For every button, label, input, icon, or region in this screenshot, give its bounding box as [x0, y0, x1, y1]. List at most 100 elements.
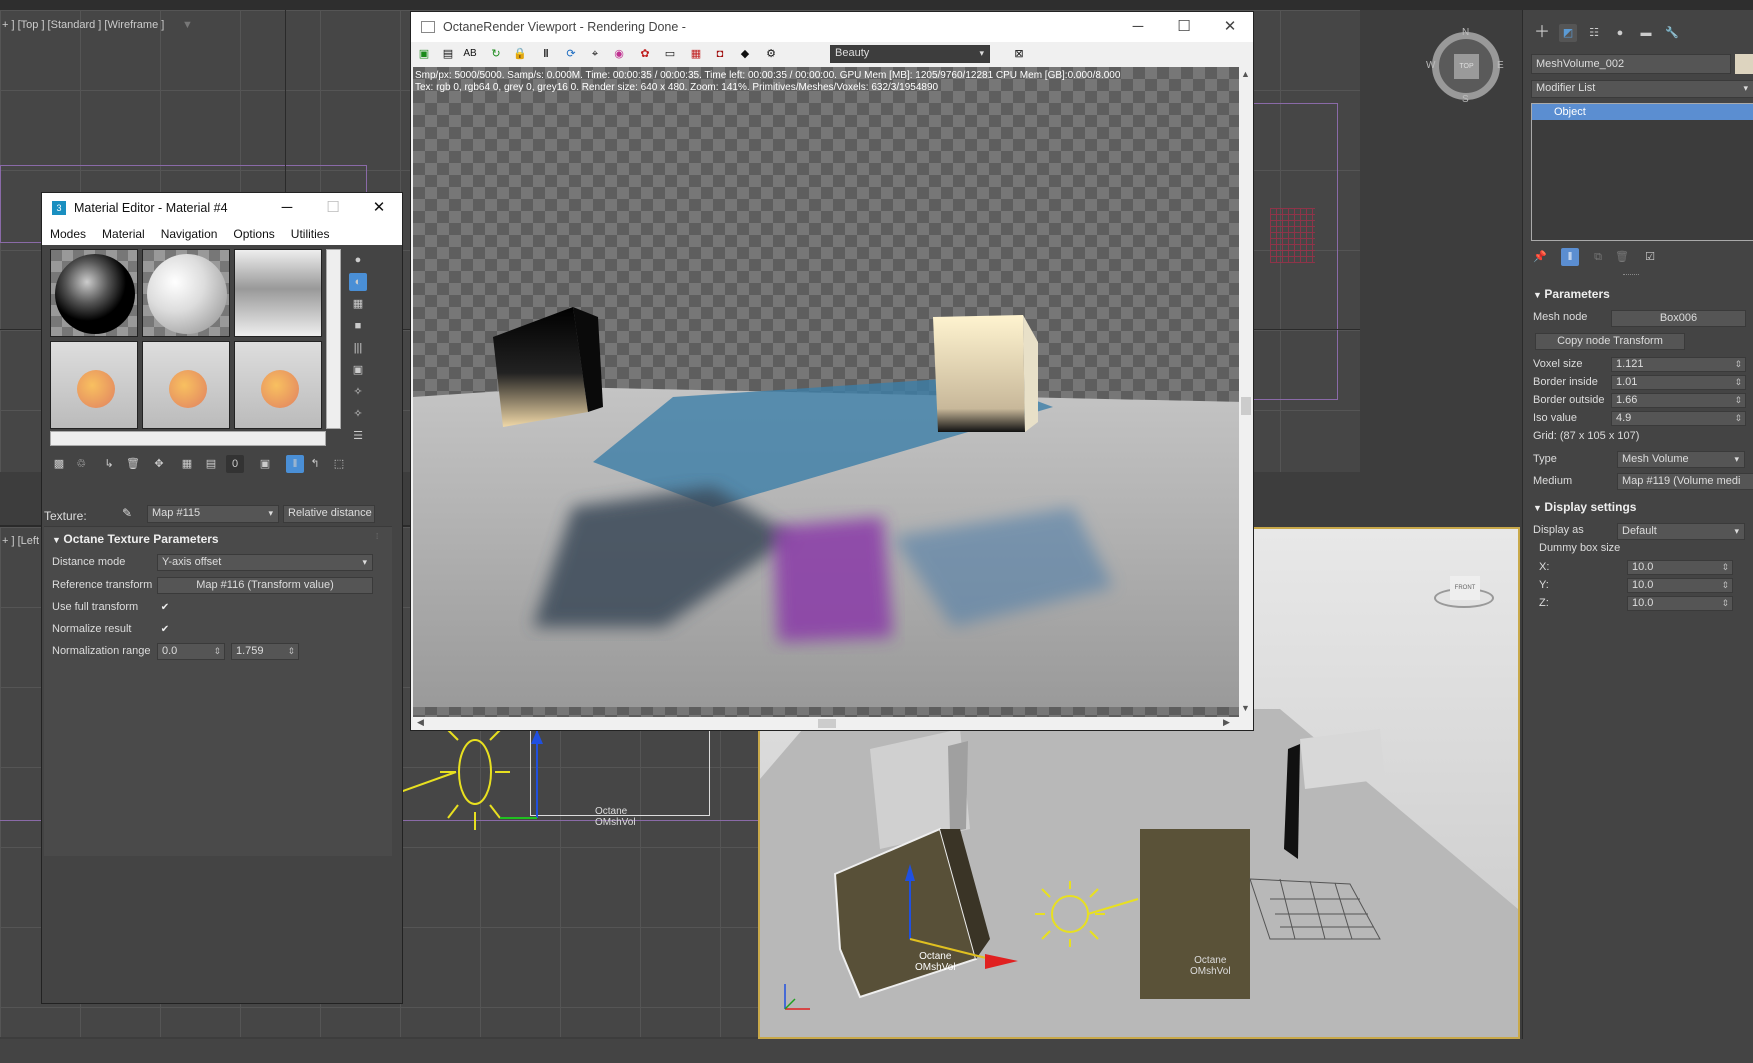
render-vertical-scrollbar[interactable]: ▲ ▼ — [1239, 67, 1253, 717]
rollout-title[interactable]: ▼ Octane Texture Parameters — [52, 532, 219, 546]
viewcube-top-face[interactable]: TOP — [1454, 54, 1479, 79]
show-shaded-icon[interactable]: ▣ — [256, 455, 274, 473]
material-id-icon[interactable]: 0 — [226, 455, 244, 473]
slot-horizontal-scrollbar[interactable] — [50, 431, 326, 446]
display-settings-rollout-title[interactable]: ▼ Display settings — [1533, 500, 1636, 514]
x-size-spinner[interactable]: 10.0 — [1627, 560, 1733, 575]
modify-tab-icon[interactable]: ◩ — [1559, 24, 1577, 42]
restart-icon[interactable]: ↻ — [487, 45, 505, 63]
uv-tiling-icon[interactable]: ■ — [349, 317, 367, 335]
go-forward-icon[interactable]: ⬚ — [330, 455, 348, 473]
gizmo-left[interactable] — [500, 730, 580, 820]
border-inside-spinner[interactable]: 1.01 — [1611, 375, 1746, 390]
hierarchy-tab-icon[interactable]: ☷ — [1585, 24, 1603, 42]
viewcube-front-face[interactable]: FRONT — [1450, 576, 1480, 600]
z-size-spinner[interactable]: 10.0 — [1627, 596, 1733, 611]
render-canvas[interactable]: Smp/px: 5000/5000. Samp/s: 0.000M. Time:… — [413, 67, 1239, 717]
backlight-icon[interactable]: ◐ — [349, 273, 367, 291]
distance-mode-dropdown[interactable]: Y-axis offset — [157, 554, 373, 571]
object-name-field[interactable]: MeshVolume_002 — [1531, 54, 1731, 74]
refresh-icon[interactable]: ⟳ — [562, 45, 580, 63]
render-settings-icon[interactable]: ◆ — [736, 45, 754, 63]
octane-minimize-icon[interactable]: ─ — [1115, 12, 1161, 42]
display-collapse-icon[interactable]: ▼ — [1533, 503, 1544, 513]
motion-tab-icon[interactable]: ● — [1611, 24, 1629, 42]
border-outside-spinner[interactable]: 1.66 — [1611, 393, 1746, 408]
material-picker-icon[interactable]: ✿ — [636, 45, 654, 63]
put-to-library-icon[interactable]: ▤ — [202, 455, 220, 473]
copy-render-icon[interactable]: ▤ — [439, 45, 457, 63]
copy-node-transform-button[interactable]: Copy node Transform — [1535, 333, 1685, 350]
region-render-icon[interactable]: ▭ — [661, 45, 679, 63]
put-to-scene-icon[interactable]: ♲ — [72, 455, 90, 473]
zoom-fit-icon[interactable]: ⊠ — [1010, 45, 1028, 63]
octane-close-icon[interactable]: ✕ — [1207, 12, 1253, 42]
scroll-left-icon[interactable]: ◀ — [417, 717, 424, 728]
viewcube-front[interactable]: FRONT — [1434, 568, 1494, 612]
stack-item-object[interactable]: Object — [1532, 104, 1753, 120]
pin-stack-icon[interactable]: 📌 — [1531, 248, 1549, 266]
color-picker-icon[interactable]: ◉ — [610, 45, 628, 63]
sample-type-icon[interactable]: ● — [349, 251, 367, 269]
copy-material-icon[interactable]: ✥ — [150, 455, 168, 473]
display-tab-icon[interactable]: ▬ — [1637, 24, 1655, 42]
display-as-dropdown[interactable]: Default — [1617, 523, 1745, 540]
delete-icon[interactable]: 🗑 — [124, 455, 142, 473]
material-navigator-icon[interactable]: ☰ — [349, 427, 367, 445]
save-render-icon[interactable]: ▣ — [415, 45, 433, 63]
menu-options[interactable]: Options — [225, 227, 282, 241]
texture-map-dropdown[interactable]: Map #115 — [147, 505, 279, 523]
sample-slot-4[interactable] — [50, 341, 138, 429]
make-unique-stack-icon[interactable]: ⧉ — [1589, 248, 1607, 266]
menu-utilities[interactable]: Utilities — [283, 227, 338, 241]
sample-slot-3[interactable] — [234, 249, 322, 337]
pick-focus-icon[interactable]: ⌖ — [586, 45, 604, 63]
make-preview-icon[interactable]: ▣ — [349, 361, 367, 379]
options-icon[interactable]: ✧ — [349, 383, 367, 401]
parameters-rollout-title[interactable]: ▼ Parameters — [1533, 287, 1610, 301]
render-horizontal-scrollbar[interactable]: ◀ ▶ — [413, 717, 1239, 730]
configure-sets-icon[interactable]: ☑ — [1641, 248, 1659, 266]
top-viewport-label[interactable]: + ] [Top ] [Standard ] [Wireframe ] — [2, 19, 164, 31]
filter-icon[interactable]: ▼ — [182, 19, 193, 31]
octane-viewport-window[interactable]: OctaneRender Viewport - Rendering Done -… — [410, 11, 1254, 731]
normalize-result-checkbox[interactable]: ✔ — [159, 624, 171, 636]
texture-type-button[interactable]: Relative distance — [283, 505, 375, 523]
y-size-spinner[interactable]: 10.0 — [1627, 578, 1733, 593]
get-material-icon[interactable]: ▩ — [50, 455, 68, 473]
eyedropper-icon[interactable]: ✎ — [122, 506, 132, 520]
rollout-collapse-icon[interactable]: ▼ — [52, 535, 63, 545]
create-tab-icon[interactable]: ＋ — [1533, 24, 1551, 42]
menu-material[interactable]: Material — [94, 227, 153, 241]
maximize-icon[interactable]: ☐ — [310, 193, 356, 223]
settings-gear-icon[interactable]: ⚙ — [762, 45, 780, 63]
sample-slot-2[interactable] — [142, 249, 230, 337]
slot-vertical-scrollbar[interactable] — [326, 249, 341, 429]
camera-icon[interactable]: ◘ — [711, 45, 729, 63]
modifier-list-dropdown[interactable]: Modifier List — [1531, 80, 1753, 98]
object-color-swatch[interactable] — [1735, 54, 1753, 74]
menu-navigation[interactable]: Navigation — [153, 227, 226, 241]
hscroll-thumb[interactable] — [818, 719, 836, 728]
menu-modes[interactable]: Modes — [42, 227, 94, 241]
remove-modifier-icon[interactable]: 🗑 — [1613, 248, 1631, 266]
reference-transform-button[interactable]: Map #116 (Transform value) — [157, 577, 373, 594]
scroll-down-icon[interactable]: ▼ — [1241, 703, 1250, 713]
material-editor-window[interactable]: 3 Material Editor - Material #4 ─ ☐ ✕ Mo… — [41, 192, 403, 1004]
sample-slot-1[interactable] — [50, 249, 138, 337]
show-end-result-stack-icon[interactable]: ‖ — [1561, 248, 1579, 266]
type-dropdown[interactable]: Mesh Volume — [1617, 451, 1745, 468]
scroll-up-icon[interactable]: ▲ — [1241, 69, 1250, 79]
normalization-min-spinner[interactable]: 0.0 — [157, 643, 225, 660]
voxel-size-spinner[interactable]: 1.121 — [1611, 357, 1746, 372]
vscroll-thumb[interactable] — [1241, 397, 1251, 415]
sample-slot-6[interactable] — [234, 341, 322, 429]
go-to-parent-icon[interactable]: ↰ — [306, 455, 324, 473]
background-icon[interactable]: ▦ — [349, 295, 367, 313]
ab-compare-button[interactable]: AB — [461, 45, 479, 63]
parameters-collapse-icon[interactable]: ▼ — [1533, 290, 1544, 300]
viewcube-top[interactable]: TOP — [1432, 32, 1500, 100]
make-unique-icon[interactable]: ▦ — [178, 455, 196, 473]
select-by-material-icon[interactable]: ✧ — [349, 405, 367, 423]
sample-slot-5[interactable] — [142, 341, 230, 429]
